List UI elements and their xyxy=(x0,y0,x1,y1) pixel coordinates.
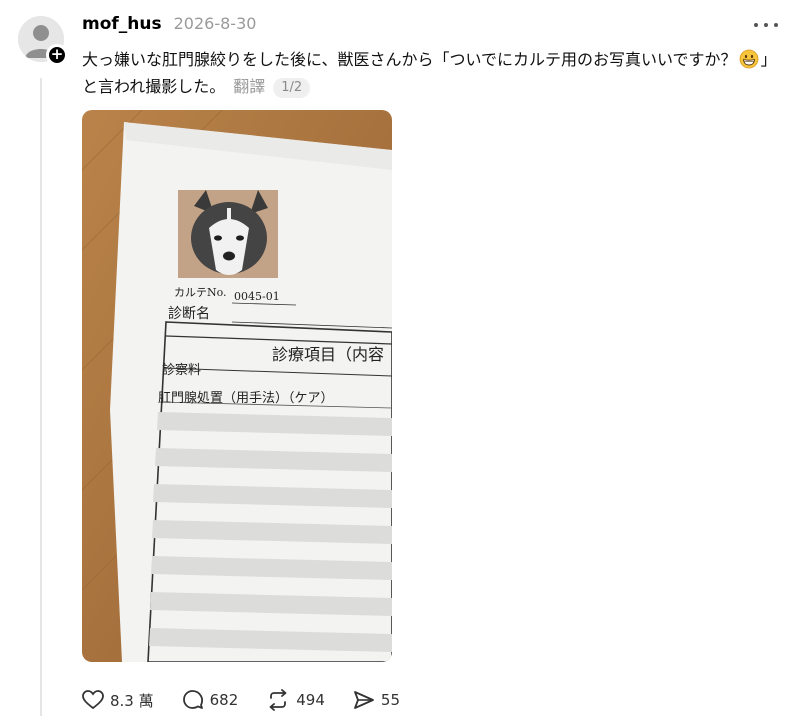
post-text: 大っ嫌いな肛門腺絞りをした後に、獣医さんから「ついでにカルテ用のお写真いいですか… xyxy=(82,46,782,100)
post-text-main: 大っ嫌いな肛門腺絞りをした後に、獣医さんから「ついでにカルテ用のお写真いいですか… xyxy=(82,50,737,69)
row-anal-gland-treatment: 肛門腺処置（用手法）（ケア） xyxy=(158,391,334,406)
post-photo[interactable]: カルテNo. 0045-01 診断名 診療項目（内容 診察料 肛門腺処置（用手法… xyxy=(82,110,392,662)
timestamp[interactable]: 2026-8-30 xyxy=(174,14,257,33)
send-icon xyxy=(354,691,374,709)
image-page-indicator: 1/2 xyxy=(273,78,311,98)
grinning-face-emoji-icon xyxy=(739,49,758,69)
heart-icon xyxy=(82,690,104,710)
diagnosis-label: 診断名 xyxy=(168,306,210,322)
comment-icon xyxy=(182,690,203,709)
husky-photo xyxy=(178,190,278,278)
username[interactable]: mof_hus xyxy=(82,14,162,34)
like-button[interactable]: 8.3 萬 xyxy=(82,690,154,711)
comment-count: 682 xyxy=(209,691,239,709)
repost-count: 494 xyxy=(296,691,325,709)
like-count: 8.3 萬 xyxy=(110,691,154,710)
section-header: 診療項目（内容 xyxy=(272,345,384,364)
comment-button[interactable]: 682 xyxy=(182,689,239,711)
medical-chart-photo: カルテNo. 0045-01 診断名 診療項目（内容 診察料 肛門腺処置（用手法… xyxy=(82,110,392,662)
repost-button[interactable]: 494 xyxy=(266,689,325,711)
chart-no-value: 0045-01 xyxy=(234,290,280,303)
repost-icon xyxy=(269,689,287,711)
more-options-icon[interactable] xyxy=(754,18,778,32)
share-count: 55 xyxy=(380,691,400,709)
row-examination-fee: 診察料 xyxy=(162,362,201,378)
chart-no-label: カルテNo. xyxy=(174,286,227,299)
thread-line xyxy=(40,78,42,716)
translate-link[interactable]: 翻譯 xyxy=(233,77,265,96)
share-button[interactable]: 55 xyxy=(353,690,400,710)
follow-plus-icon[interactable]: + xyxy=(46,44,68,66)
